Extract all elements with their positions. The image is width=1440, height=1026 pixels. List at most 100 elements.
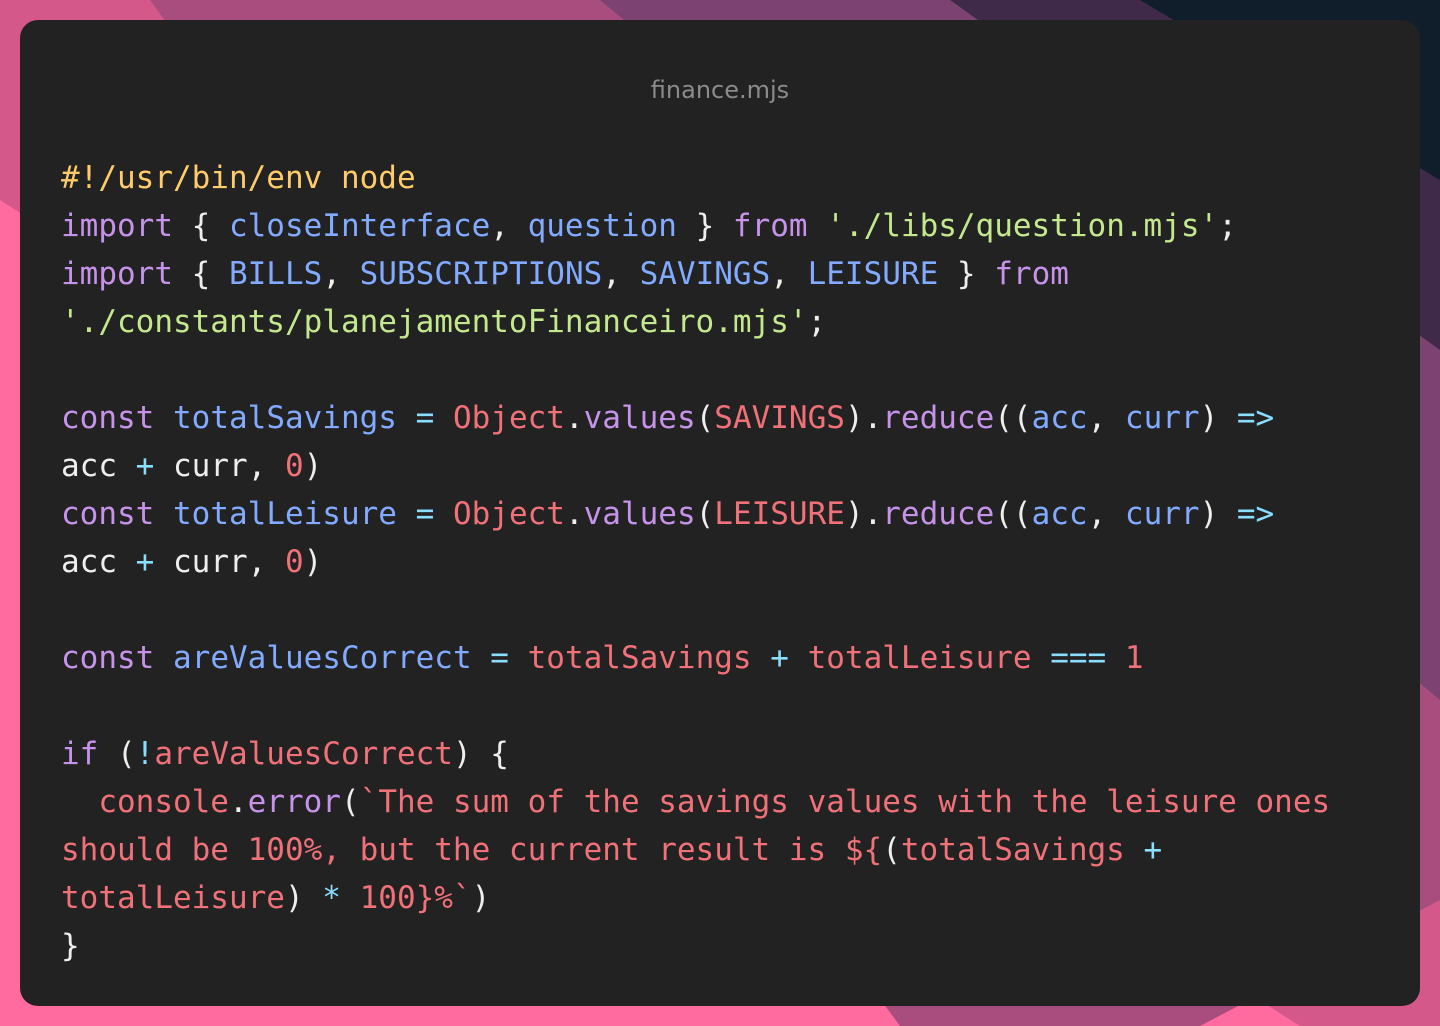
code-token: totalLeisure [61,880,285,916]
code-token: + [117,448,173,484]
code-token: totalSavings [527,640,752,676]
code-token: + [751,640,808,676]
code-token: } [938,256,995,292]
code-token: . [228,784,248,820]
code-token: , [1087,496,1125,532]
code-token: console [98,784,229,820]
code-line: const totalSavings = Object.values(SAVIN… [61,394,1330,442]
code-token: => [1236,496,1275,532]
code-token: totalLeisure [807,640,1032,676]
code-token: acc [61,448,117,484]
code-token: `The sum of the savings values with the … [359,784,1331,820]
code-token: closeInterface [228,208,491,244]
code-token: = [396,496,453,532]
code-token: const [61,640,155,676]
code-token: ). [844,400,883,436]
code-token: . [564,400,584,436]
code-token: ) [284,880,323,916]
code-token: ! [135,736,155,772]
code-token: , [247,544,285,580]
code-token: Object [452,496,565,532]
code-line: const areValuesCorrect = totalSavings + … [61,634,1330,682]
code-token: areValuesCorrect [173,640,472,676]
code-token: , [322,256,360,292]
code-token: 0 [284,448,304,484]
code-token: totalSavings [900,832,1125,868]
code-token: { [172,256,229,292]
code-token: . [564,496,584,532]
code-line: acc + curr, 0) [61,442,1330,490]
code-token: curr [1124,496,1200,532]
code-window: finance.mjs #!/usr/bin/env node import { … [20,20,1420,1006]
code-token: values [583,400,696,436]
code-token: + [1124,832,1181,868]
code-line: import { closeInterface, question } from… [61,202,1330,250]
code-token: LEISURE [807,256,939,292]
code-token: (( [994,400,1032,436]
code-token: SAVINGS [639,256,771,292]
code-token: Object [452,400,565,436]
code-line: } [61,922,1330,970]
code-token: LEISURE [714,496,845,532]
code-token: = [396,400,453,436]
code-token: question [527,208,677,244]
code-line: const totalLeisure = Object.values(LEISU… [61,490,1330,538]
code-token: } [676,208,733,244]
code-line: should be 100%, but the current result i… [61,826,1330,874]
code-token: curr [1124,400,1200,436]
code-token: ( [340,784,360,820]
code-line: import { BILLS, SUBSCRIPTIONS, SAVINGS, … [61,250,1330,298]
code-token: const [61,496,155,532]
code-token: curr [173,448,248,484]
code-token: from [994,256,1069,292]
code-line: console.error(`The sum of the savings va… [61,778,1330,826]
code-token: ( [695,400,715,436]
code-token: , [247,448,285,484]
code-token: ) [1199,496,1237,532]
code-line: acc + curr, 0) [61,538,1330,586]
code-token: + [117,544,173,580]
window-title: finance.mjs [650,76,790,104]
code-token: reduce [882,400,995,436]
code-token: , [490,208,528,244]
code-token: from [732,208,808,244]
code-token: areValuesCorrect [154,736,453,772]
code-token: }%` [415,880,472,916]
code-token: './constants/planejamentoFinanceiro.mjs' [61,304,808,340]
code-token: ( [882,832,901,868]
code-token: ) [303,448,323,484]
code-token: 100 [359,880,416,916]
code-line: totalLeisure) * 100}%`) [61,874,1330,922]
code-token: acc [61,544,117,580]
code-token: ( [98,736,136,772]
code-line: #!/usr/bin/env node [61,154,1330,202]
code-token: ) [471,880,491,916]
code-token: const [61,400,155,436]
code-token: ( [695,496,715,532]
code-token: totalSavings [173,400,397,436]
code-token: , [770,256,808,292]
code-token: import [61,208,173,244]
code-token: 1 [1124,640,1144,676]
code-token: BILLS [228,256,323,292]
code-token: (( [994,496,1032,532]
code-token: acc [1031,400,1088,436]
code-token: SUBSCRIPTIONS [359,256,603,292]
code-token: should be 100%, but the current result i… [61,832,883,868]
code-token: ) [303,544,323,580]
code-token: } [61,928,80,964]
code-token: 0 [284,544,304,580]
code-token: = [471,640,528,676]
code-token: ) [1199,400,1237,436]
code-token: acc [1031,496,1088,532]
code-token: import [61,256,173,292]
